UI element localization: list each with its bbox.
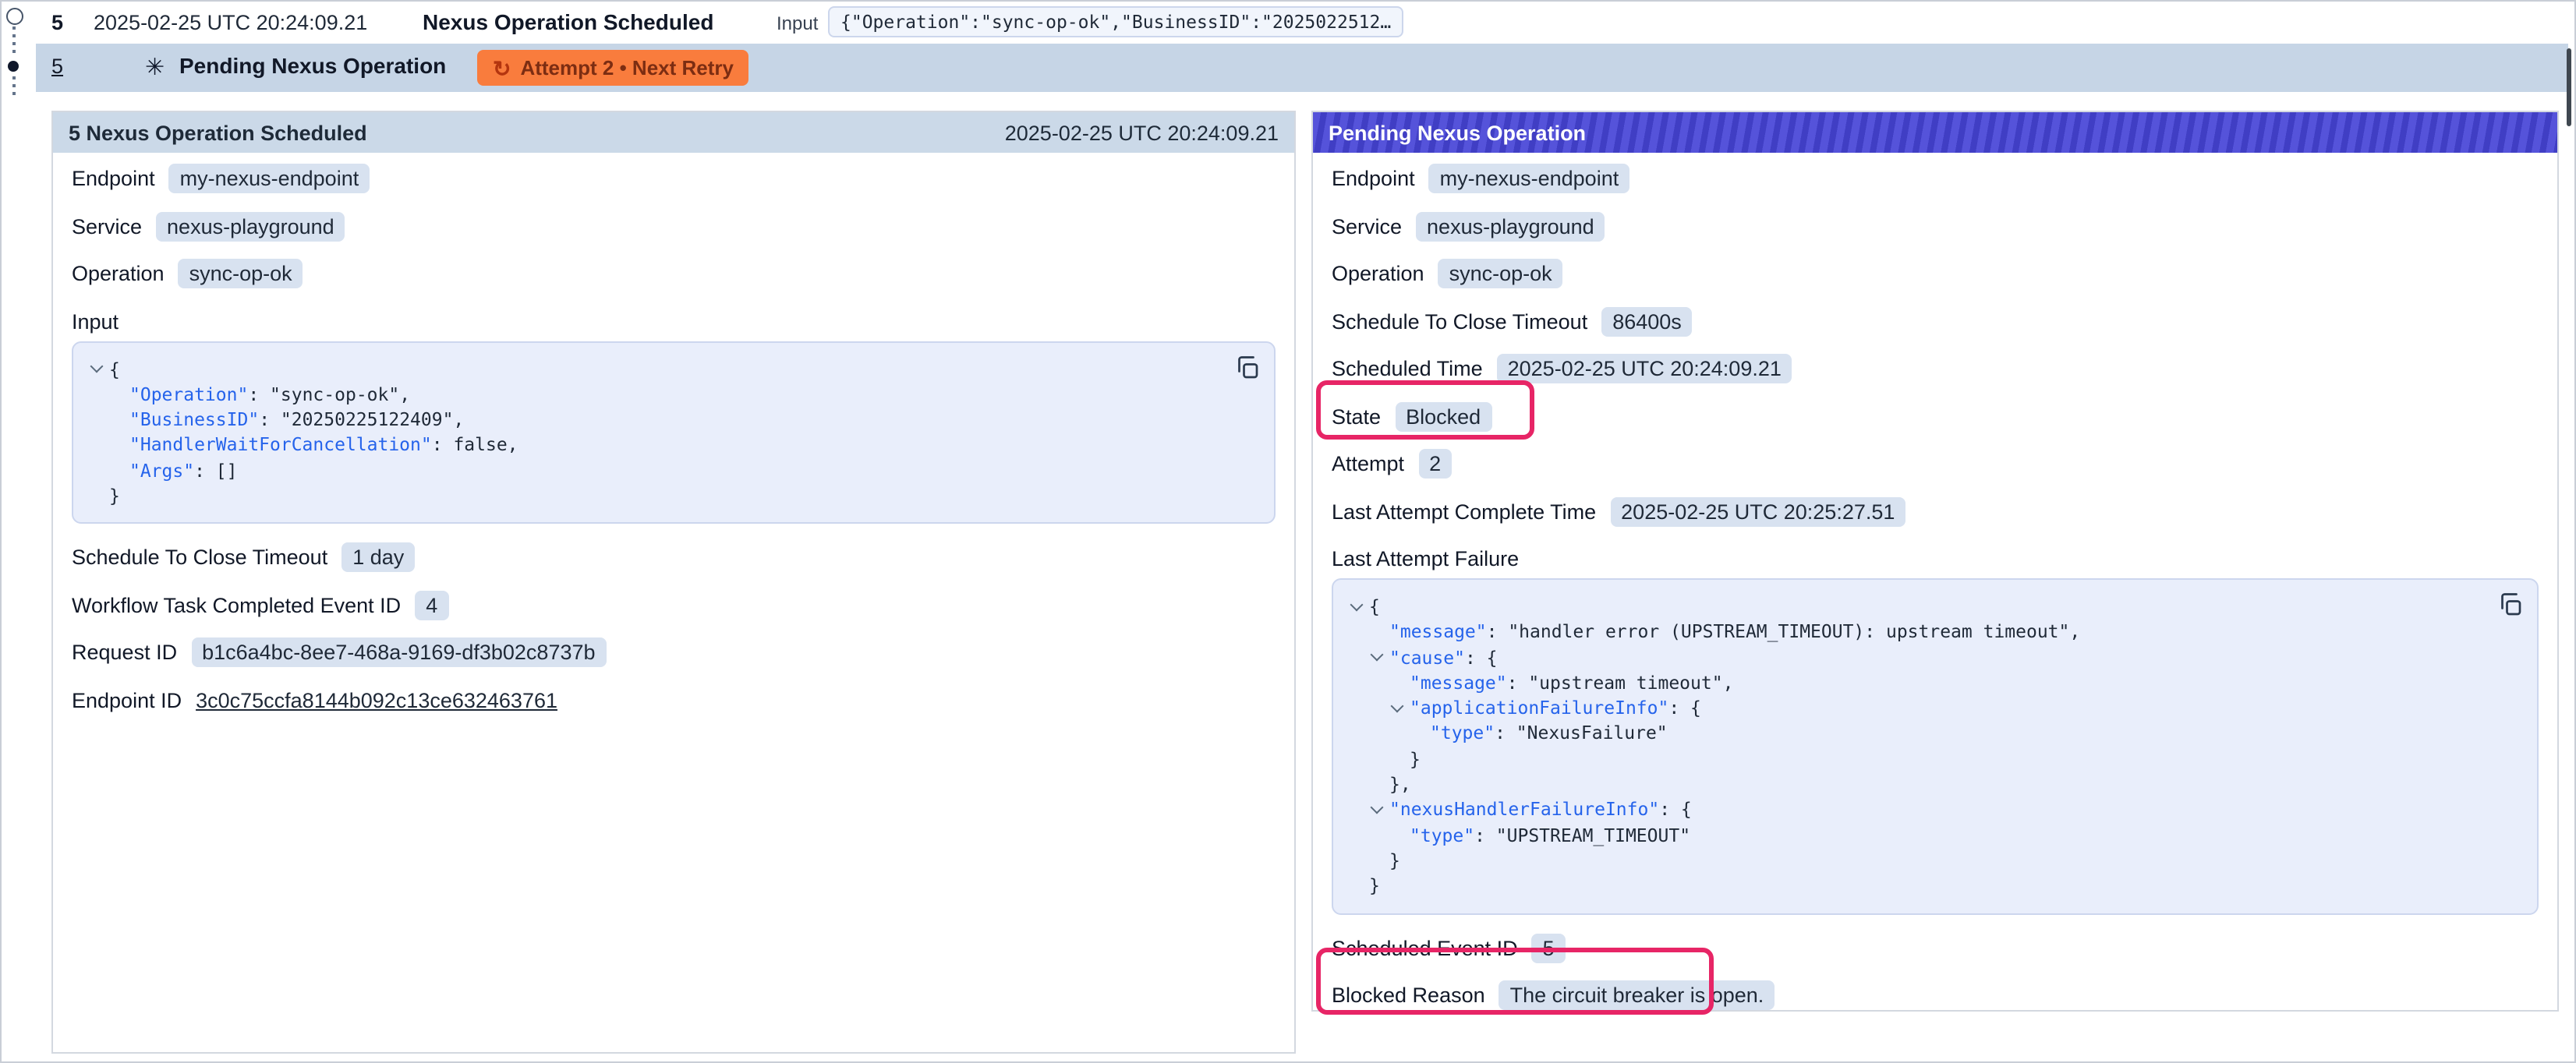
- endpoint-id-link[interactable]: 3c0c75ccfa8144b092c13ce632463761: [196, 689, 557, 712]
- json-line: }: [1349, 848, 2521, 874]
- json-line: "cause": {: [1349, 645, 2521, 670]
- input-section-label: Input: [72, 305, 1276, 337]
- chevron-down-icon[interactable]: [1389, 699, 1410, 718]
- field-value-chip: 4: [415, 591, 448, 620]
- json-line: {: [89, 356, 1258, 382]
- timeline-dotted-line: [12, 26, 16, 56]
- event-id-link[interactable]: 5: [51, 55, 63, 78]
- failure-json-viewer: { "message": "handler error (UPSTREAM_TI…: [1332, 578, 2539, 914]
- field-label: Last Attempt Complete Time: [1332, 500, 1596, 523]
- pending-operation-panel: Pending Nexus Operation Endpoint my-nexu…: [1311, 111, 2559, 1012]
- failure-section-label: Last Attempt Failure: [1332, 542, 2539, 575]
- chevron-down-icon[interactable]: [1369, 801, 1389, 820]
- json-line: "HandlerWaitForCancellation": false,: [89, 433, 1258, 458]
- field-row: Schedule To Close Timeout 86400s: [1332, 305, 2539, 337]
- pending-operation-title: Pending Nexus Operation: [179, 53, 446, 78]
- input-label: Input: [777, 12, 818, 34]
- json-line: "BusinessID": "20250225122409",: [89, 407, 1258, 433]
- field-label: Schedule To Close Timeout: [72, 546, 327, 570]
- json-line: }: [1349, 747, 2521, 772]
- json-line: "type": "UPSTREAM_TIMEOUT": [1349, 822, 2521, 848]
- field-row: Operation sync-op-ok: [1332, 257, 2539, 290]
- timeline-circle-outline-icon: [6, 8, 23, 25]
- field-value-chip: my-nexus-endpoint: [1429, 164, 1630, 193]
- json-line: "Args": []: [89, 457, 1258, 483]
- field-value-chip: sync-op-ok: [179, 259, 303, 288]
- field-label: Operation: [1332, 262, 1424, 285]
- field-row: Attempt 2: [1332, 447, 2539, 480]
- field-label: Service: [1332, 214, 1402, 238]
- field-value-chip: sync-op-ok: [1438, 259, 1563, 288]
- scrollbar-thumb[interactable]: [2567, 48, 2571, 126]
- json-line: }: [89, 483, 1258, 509]
- field-label: Endpoint ID: [72, 689, 182, 712]
- field-row: Workflow Task Completed Event ID 4: [72, 589, 1276, 622]
- json-line: }: [1349, 874, 2521, 899]
- event-title: Nexus Operation Scheduled: [423, 9, 713, 34]
- field-label: Endpoint: [1332, 167, 1415, 190]
- event-detail-panel: 5 Nexus Operation Scheduled 2025-02-25 U…: [51, 111, 1296, 1054]
- field-row: Service nexus-playground: [72, 210, 1276, 242]
- field-value-chip: my-nexus-endpoint: [169, 164, 370, 193]
- field-value-chip: 2: [1418, 449, 1452, 479]
- chevron-down-icon[interactable]: [89, 360, 109, 379]
- retry-badge-label: Attempt 2 • Next Retry: [520, 56, 734, 79]
- temporal-event-history-screen: 5 2025-02-25 UTC 20:24:09.21 Nexus Opera…: [0, 0, 2576, 1063]
- field-row: Operation sync-op-ok: [72, 257, 1276, 290]
- chevron-down-icon[interactable]: [1349, 598, 1369, 616]
- event-detail-header: 5 Nexus Operation Scheduled 2025-02-25 U…: [53, 112, 1294, 153]
- field-value-chip: nexus-playground: [1416, 211, 1605, 241]
- json-line: "message": "upstream timeout",: [1349, 670, 2521, 696]
- field-value-chip: 2025-02-25 UTC 20:24:09.21: [1497, 354, 1792, 383]
- copy-icon[interactable]: [2496, 591, 2525, 619]
- copy-icon[interactable]: [1233, 353, 1261, 381]
- field-value-chip: nexus-playground: [156, 211, 345, 241]
- json-line: },: [1349, 772, 2521, 797]
- json-line: "type": "NexusFailure": [1349, 721, 2521, 747]
- field-label: Attempt: [1332, 452, 1404, 475]
- json-line: "Operation": "sync-op-ok",: [89, 382, 1258, 408]
- timeline-filled-dot-icon: [8, 61, 19, 72]
- field-value-chip: 86400s: [1601, 306, 1693, 336]
- field-label: Service: [72, 214, 142, 238]
- annotation-blocked-reason-highlight: [1316, 948, 1714, 1015]
- json-line: {: [1349, 594, 2521, 620]
- timeline-dotted-line: [12, 76, 16, 95]
- pending-operation-header-title: Pending Nexus Operation: [1329, 121, 1586, 144]
- event-id: 5: [51, 11, 63, 34]
- event-detail-header-timestamp: 2025-02-25 UTC 20:24:09.21: [1005, 121, 1279, 144]
- field-label: Request ID: [72, 641, 177, 665]
- chevron-down-icon[interactable]: [1369, 648, 1389, 667]
- input-json-viewer: { "Operation": "sync-op-ok", "BusinessID…: [72, 341, 1276, 524]
- json-line: "nexusHandlerFailureInfo": {: [1349, 797, 2521, 823]
- field-label: Endpoint: [72, 167, 155, 190]
- field-row: Endpoint my-nexus-endpoint: [1332, 162, 2539, 195]
- json-line: "applicationFailureInfo": {: [1349, 695, 2521, 721]
- pending-operation-row[interactable]: 5 ✳ Pending Nexus Operation ↻ Attempt 2 …: [36, 44, 2568, 92]
- field-row: Last Attempt Complete Time 2025-02-25 UT…: [1332, 495, 2539, 528]
- input-preview-chip: {"Operation":"sync-op-ok","BusinessID":"…: [828, 6, 1403, 37]
- field-row: Endpoint my-nexus-endpoint: [72, 162, 1276, 195]
- retry-circular-arrow-icon: ↻: [493, 57, 511, 79]
- event-detail-header-title: 5 Nexus Operation Scheduled: [69, 121, 367, 144]
- field-row: Request ID b1c6a4bc-8ee7-468a-9169-df3b0…: [72, 637, 1276, 669]
- field-row: Service nexus-playground: [1332, 210, 2539, 242]
- json-line: "message": "handler error (UPSTREAM_TIME…: [1349, 620, 2521, 645]
- event-history-row[interactable]: 5 2025-02-25 UTC 20:24:09.21 Nexus Opera…: [27, 2, 2568, 44]
- field-row: Schedule To Close Timeout 1 day: [72, 542, 1276, 574]
- field-value-chip: b1c6a4bc-8ee7-468a-9169-df3b02c8737b: [191, 638, 606, 668]
- nexus-asterisk-icon: ✳: [145, 53, 165, 81]
- field-label: Schedule To Close Timeout: [1332, 309, 1587, 333]
- field-label: Scheduled Time: [1332, 357, 1483, 380]
- pending-operation-header: Pending Nexus Operation: [1313, 112, 2557, 153]
- annotation-state-highlight: [1316, 380, 1534, 440]
- field-value-chip: 2025-02-25 UTC 20:25:27.51: [1610, 496, 1905, 526]
- event-timestamp: 2025-02-25 UTC 20:24:09.21: [94, 11, 367, 34]
- retry-badge: ↻ Attempt 2 • Next Retry: [477, 50, 749, 86]
- field-label: Workflow Task Completed Event ID: [72, 594, 401, 617]
- field-row: Endpoint ID 3c0c75ccfa8144b092c13ce63246…: [72, 684, 1276, 717]
- field-value-chip: 1 day: [341, 543, 415, 573]
- field-label: Operation: [72, 262, 165, 285]
